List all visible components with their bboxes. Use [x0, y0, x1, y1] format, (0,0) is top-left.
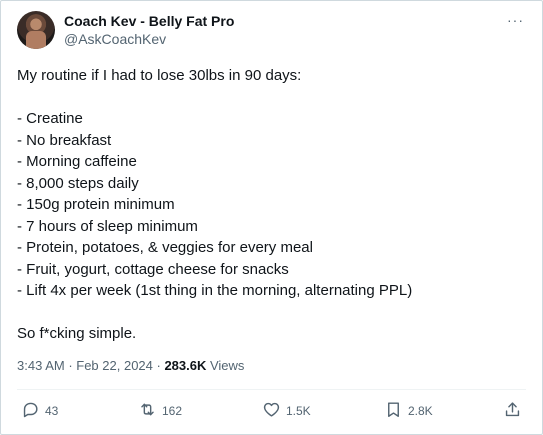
- post-date[interactable]: Feb 22, 2024: [76, 358, 153, 373]
- reply-icon: [21, 400, 40, 422]
- views-label: Views: [206, 358, 245, 373]
- views-count: 283.6K: [164, 358, 207, 373]
- list-item: - 150g protein minimum: [17, 196, 175, 213]
- list-item: - Fruit, yogurt, cottage cheese for snac…: [17, 260, 289, 278]
- author-display-name[interactable]: Coach Kev - Belly Fat Pro: [64, 12, 234, 30]
- list-item: - Lift 4x per week (1st thing in the mor…: [17, 282, 413, 299]
- list-item: - Creatine: [17, 110, 83, 127]
- list-item: - 7 hours of sleep minimum: [17, 217, 198, 235]
- share-button[interactable]: [503, 400, 522, 422]
- tweet-meta: 3:43 AM · Feb 22, 2024 · 283.6K Views: [17, 357, 244, 375]
- meta-separator: ·: [152, 358, 165, 373]
- tweet-closing: So f*cking simple.: [17, 325, 137, 342]
- list-item: - No breakfast: [17, 131, 112, 149]
- divider: [17, 389, 526, 390]
- tweet-card: Coach Kev - Belly Fat Pro @AskCoachKev ·…: [0, 0, 543, 435]
- author-handle[interactable]: @AskCoachKev: [64, 30, 234, 48]
- action-bar: 43 162 1.5K 2.8K: [1, 400, 542, 422]
- like-count: 1.5K: [286, 404, 311, 418]
- tweet-text: My routine if I had to lose 30lbs in 90 …: [17, 65, 526, 345]
- bookmark-icon: [384, 400, 403, 422]
- list-item: - Morning caffeine: [17, 153, 137, 170]
- bookmark-count: 2.8K: [408, 404, 433, 418]
- author-names: Coach Kev - Belly Fat Pro @AskCoachKev: [64, 12, 234, 48]
- repost-icon: [138, 400, 157, 422]
- list-item: - Protein, potatoes, & veggies for every…: [17, 239, 313, 256]
- repost-count: 162: [162, 404, 183, 418]
- tweet-intro: My routine if I had to lose 30lbs in 90 …: [17, 67, 302, 84]
- post-time[interactable]: 3:43 AM: [17, 358, 65, 373]
- reply-count: 43: [45, 404, 59, 418]
- reply-button[interactable]: 43: [21, 400, 58, 422]
- more-options-icon[interactable]: ···: [507, 11, 524, 29]
- share-icon: [503, 400, 522, 422]
- bookmark-button[interactable]: 2.8K: [384, 400, 433, 422]
- tweet-header: Coach Kev - Belly Fat Pro @AskCoachKev: [17, 11, 234, 49]
- avatar[interactable]: [17, 11, 55, 49]
- heart-icon: [262, 400, 281, 422]
- meta-separator: ·: [64, 358, 77, 373]
- list-item: - 8,000 steps daily: [17, 174, 139, 192]
- like-button[interactable]: 1.5K: [262, 400, 311, 422]
- repost-button[interactable]: 162: [138, 400, 182, 422]
